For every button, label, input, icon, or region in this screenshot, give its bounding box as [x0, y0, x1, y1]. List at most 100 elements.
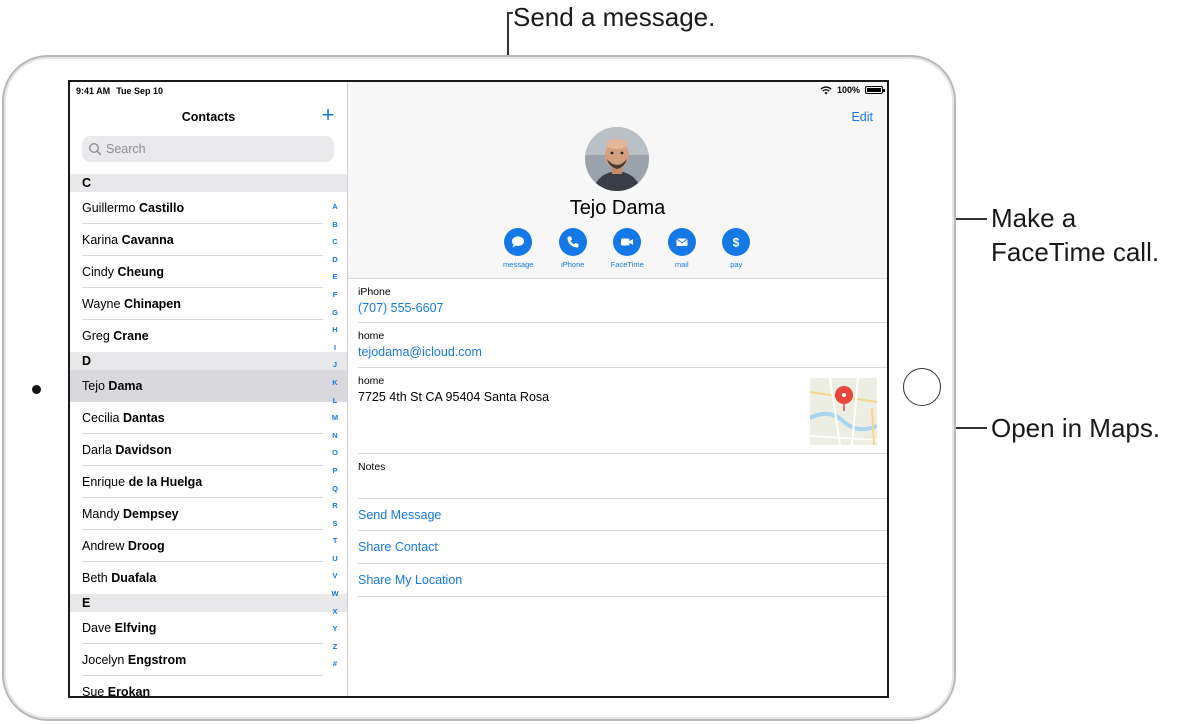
- index-letter[interactable]: K: [328, 374, 342, 392]
- status-time: 9:41 AM: [76, 86, 111, 96]
- contact-row[interactable]: Andrew Droog: [70, 530, 347, 562]
- index-letter[interactable]: R: [328, 497, 342, 515]
- contact-last-name: Chinapen: [123, 297, 181, 311]
- index-letter[interactable]: T: [328, 532, 342, 550]
- contact-row[interactable]: Darla Davidson: [70, 434, 347, 466]
- contact-last-name: Dempsey: [123, 507, 179, 521]
- contact-first-name: Jocelyn: [82, 653, 125, 667]
- contact-last-name: Dama: [108, 379, 143, 393]
- contact-first-name: Dave: [82, 621, 112, 635]
- index-letter[interactable]: B: [328, 216, 342, 234]
- send-message-link[interactable]: Send Message: [358, 508, 441, 522]
- index-letter[interactable]: A: [328, 198, 342, 216]
- contacts-sidebar: 9:41 AM Tue Sep 10 Contacts + C Guillermo…: [70, 82, 348, 696]
- index-letter[interactable]: H: [328, 321, 342, 339]
- email-link[interactable]: tejodama@icloud.com: [358, 345, 887, 359]
- contact-last-name: Cheung: [117, 265, 164, 279]
- contact-row-selected[interactable]: Tejo Dama: [70, 370, 347, 402]
- index-letter[interactable]: Y: [328, 620, 342, 638]
- notes-field[interactable]: Notes: [358, 461, 887, 473]
- index-letter[interactable]: U: [328, 550, 342, 568]
- index-letter[interactable]: X: [328, 603, 342, 621]
- contact-last-name: Engstrom: [127, 653, 187, 667]
- contact-last-name: de la Huelga: [128, 475, 203, 489]
- map-icon: [810, 378, 877, 445]
- index-letter[interactable]: G: [328, 304, 342, 322]
- contact-row[interactable]: Beth Duafala: [70, 562, 347, 594]
- index-letter[interactable]: P: [328, 462, 342, 480]
- index-letter[interactable]: W: [328, 585, 342, 603]
- phone-icon: [558, 228, 587, 256]
- index-letter[interactable]: M: [328, 409, 342, 427]
- index-letter[interactable]: F: [328, 286, 342, 304]
- map-thumbnail[interactable]: [810, 378, 877, 445]
- search-bar[interactable]: [82, 136, 334, 162]
- contact-row[interactable]: Enrique de la Huelga: [70, 466, 347, 498]
- contact-first-name: Greg: [82, 329, 110, 343]
- search-icon: [88, 142, 102, 156]
- callout-send-message: Send a message.: [513, 2, 716, 32]
- section-header-e: E: [70, 594, 347, 612]
- contact-name: Tejo Dama: [569, 197, 666, 219]
- facetime-action-button[interactable]: FaceTime: [600, 228, 655, 269]
- battery-icon: [865, 86, 885, 94]
- contact-last-name: Droog: [127, 539, 165, 553]
- mail-action-button[interactable]: mail: [655, 228, 710, 269]
- index-letter[interactable]: E: [328, 268, 342, 286]
- index-letter[interactable]: S: [328, 515, 342, 533]
- address-value[interactable]: 7725 4th St CA 95404 Santa Rosa: [358, 390, 887, 404]
- contact-card-header: 100% Edit Tejo Dama message iPhone FaceT…: [348, 82, 887, 279]
- contact-row[interactable]: Cecilia Dantas: [70, 402, 347, 434]
- index-letter[interactable]: N: [328, 427, 342, 445]
- contact-first-name: Darla: [82, 443, 112, 457]
- index-letter[interactable]: C: [328, 233, 342, 251]
- index-letter[interactable]: #: [328, 655, 342, 673]
- callout-line-message-hook: [507, 12, 513, 14]
- callout-facetime-line1: Make a: [991, 203, 1077, 233]
- share-location-link[interactable]: Share My Location: [358, 573, 462, 587]
- contact-list: C Guillermo Castillo Karina Cavanna Cind…: [70, 174, 347, 696]
- contact-row[interactable]: Jocelyn Engstrom: [70, 644, 347, 676]
- share-contact-link[interactable]: Share Contact: [358, 540, 438, 554]
- contact-first-name: Karina: [82, 233, 119, 247]
- home-button[interactable]: [903, 368, 941, 406]
- contact-first-name: Enrique: [82, 475, 126, 489]
- dollar-icon: $: [722, 228, 751, 256]
- message-action-button[interactable]: message: [491, 228, 546, 269]
- add-contact-button[interactable]: +: [318, 104, 338, 126]
- index-letter[interactable]: L: [328, 392, 342, 410]
- phone-field: iPhone (707) 555-6607: [358, 286, 887, 315]
- contact-row[interactable]: Dave Elfving: [70, 612, 347, 644]
- index-letter[interactable]: Q: [328, 480, 342, 498]
- contact-row[interactable]: Sue Erokan: [70, 676, 347, 696]
- contact-first-name: Guillermo: [82, 201, 136, 215]
- divider: [358, 498, 887, 499]
- divider: [358, 322, 887, 323]
- divider: [358, 367, 887, 368]
- index-letter[interactable]: J: [328, 356, 342, 374]
- front-camera: [32, 385, 41, 394]
- index-letter[interactable]: O: [328, 444, 342, 462]
- search-input[interactable]: [106, 142, 306, 156]
- pay-action-button[interactable]: $ pay: [709, 228, 764, 269]
- divider: [358, 530, 887, 531]
- edit-button[interactable]: Edit: [851, 110, 873, 124]
- contact-first-name: Cindy: [82, 265, 114, 279]
- battery-percent: 100%: [836, 85, 860, 95]
- divider: [358, 453, 887, 454]
- contact-row[interactable]: Karina Cavanna: [70, 224, 347, 256]
- call-action-button[interactable]: iPhone: [546, 228, 601, 269]
- index-letter[interactable]: D: [328, 251, 342, 269]
- contact-row[interactable]: Wayne Chinapen: [70, 288, 347, 320]
- callout-open-in-maps: Open in Maps.: [991, 413, 1161, 443]
- index-letter[interactable]: Z: [328, 638, 342, 656]
- phone-number-link[interactable]: (707) 555-6607: [358, 301, 887, 315]
- index-letter[interactable]: I: [328, 339, 342, 357]
- contact-last-name: Davidson: [115, 443, 172, 457]
- contact-row[interactable]: Guillermo Castillo: [70, 192, 347, 224]
- contact-row[interactable]: Greg Crane: [70, 320, 347, 352]
- section-index[interactable]: A B C D E F G H I J K L M N O P Q R S T …: [328, 198, 342, 673]
- index-letter[interactable]: V: [328, 567, 342, 585]
- contact-row[interactable]: Mandy Dempsey: [70, 498, 347, 530]
- contact-row[interactable]: Cindy Cheung: [70, 256, 347, 288]
